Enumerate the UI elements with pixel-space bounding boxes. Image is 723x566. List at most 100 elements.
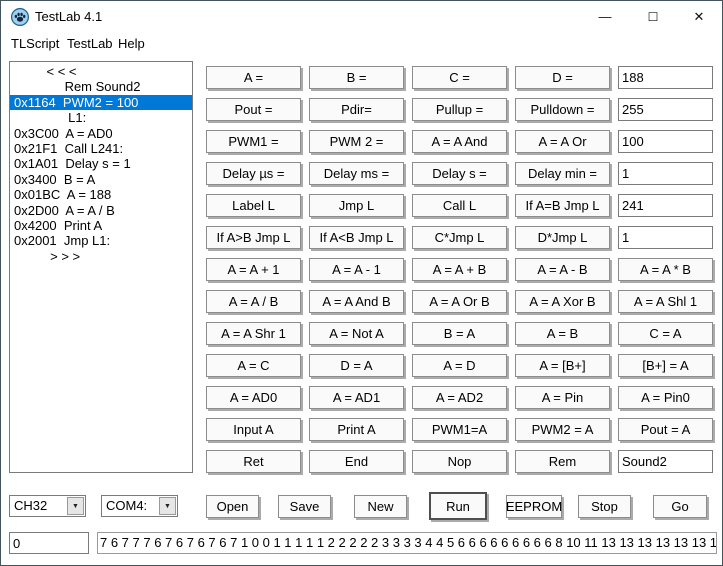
op-button[interactable]: A = A / B xyxy=(206,290,301,313)
op-button[interactable]: Delay µs = xyxy=(206,162,301,185)
script-line[interactable]: > > > xyxy=(10,249,192,264)
op-button[interactable]: Delay min = xyxy=(515,162,610,185)
end-button[interactable]: End xyxy=(309,450,404,473)
op-button[interactable]: A = A Xor B xyxy=(515,290,610,313)
value-input-row1[interactable] xyxy=(618,66,713,89)
rem-text-input[interactable] xyxy=(618,450,713,473)
script-line[interactable]: Rem Sound2 xyxy=(10,79,192,94)
op-button[interactable]: If A>B Jmp L xyxy=(206,226,301,249)
op-button[interactable]: A = A Or xyxy=(515,130,610,153)
op-button[interactable]: A = A Shr 1 xyxy=(206,322,301,345)
op-button[interactable]: Pulldown = xyxy=(515,98,610,121)
new-button[interactable]: New xyxy=(354,495,407,518)
stop-button[interactable]: Stop xyxy=(578,495,631,518)
close-button[interactable]: ✕ xyxy=(677,1,721,33)
op-button[interactable]: A = A And xyxy=(412,130,507,153)
script-line[interactable]: 0x2D00 A = A / B xyxy=(10,203,192,218)
op-button[interactable]: PWM1=A xyxy=(412,418,507,441)
op-button[interactable]: Delay ms = xyxy=(309,162,404,185)
op-button[interactable]: A = Pin0 xyxy=(618,386,713,409)
ret-button[interactable]: Ret xyxy=(206,450,301,473)
script-line[interactable]: 0x01BC A = 188 xyxy=(10,187,192,202)
op-button[interactable]: A = AD0 xyxy=(206,386,301,409)
eeprom-button[interactable]: EEPROM xyxy=(506,495,562,518)
script-line[interactable]: 0x3400 B = A xyxy=(10,172,192,187)
op-button[interactable]: B = xyxy=(309,66,404,89)
script-line[interactable]: 0x4200 Print A xyxy=(10,218,192,233)
counter-input[interactable] xyxy=(9,532,89,554)
op-button[interactable]: PWM 2 = xyxy=(309,130,404,153)
op-button[interactable]: Pout = A xyxy=(618,418,713,441)
open-button[interactable]: Open xyxy=(206,495,259,518)
op-button[interactable]: Jmp L xyxy=(309,194,404,217)
port-select[interactable]: COM4: ▼ xyxy=(101,495,178,517)
op-button[interactable]: If A=B Jmp L xyxy=(515,194,610,217)
op-button[interactable]: PWM2 = A xyxy=(515,418,610,441)
op-button[interactable]: C*Jmp L xyxy=(412,226,507,249)
script-line[interactable]: 0x1A01 Delay s = 1 xyxy=(10,156,192,171)
value-input-row6[interactable] xyxy=(618,226,713,249)
op-button[interactable]: Pullup = xyxy=(412,98,507,121)
value-input-row3[interactable] xyxy=(618,130,713,153)
op-button[interactable]: A = AD2 xyxy=(412,386,507,409)
op-button[interactable]: Pdir= xyxy=(309,98,404,121)
op-button[interactable]: B = A xyxy=(412,322,507,345)
op-button[interactable]: Call L xyxy=(412,194,507,217)
output-strip: 7 6 7 7 7 6 7 6 7 6 7 6 7 1 0 0 1 1 1 1 … xyxy=(97,532,717,554)
script-line[interactable]: L1: xyxy=(10,110,192,125)
device-select[interactable]: CH32 ▼ xyxy=(9,495,86,517)
op-button[interactable]: If A<B Jmp L xyxy=(309,226,404,249)
chevron-down-icon[interactable]: ▼ xyxy=(67,497,84,515)
op-button[interactable]: Print A xyxy=(309,418,404,441)
value-input-row5[interactable] xyxy=(618,194,713,217)
go-button[interactable]: Go xyxy=(653,495,707,518)
menu-item-help[interactable]: Help xyxy=(116,33,147,55)
save-button[interactable]: Save xyxy=(278,495,331,518)
op-button[interactable]: Label L xyxy=(206,194,301,217)
script-listbox[interactable]: < < < Rem Sound2 0x1164 PWM2 = 100 L1: 0… xyxy=(9,61,193,473)
op-button[interactable]: C = A xyxy=(618,322,713,345)
op-button[interactable]: A = Pin xyxy=(515,386,610,409)
op-button[interactable]: A = Not A xyxy=(309,322,404,345)
maximize-button[interactable]: ☐ xyxy=(631,1,675,33)
script-line[interactable]: 0x3C00 A = AD0 xyxy=(10,126,192,141)
op-button[interactable]: A = A - 1 xyxy=(309,258,404,281)
op-button[interactable]: A = xyxy=(206,66,301,89)
op-button[interactable]: A = [B+] xyxy=(515,354,610,377)
script-line[interactable]: 0x21F1 Call L241: xyxy=(10,141,192,156)
chevron-down-icon[interactable]: ▼ xyxy=(159,497,176,515)
menu-item-testlab[interactable]: TestLab xyxy=(65,33,115,55)
op-button[interactable]: A = A + B xyxy=(412,258,507,281)
op-button[interactable]: Input A xyxy=(206,418,301,441)
value-input-row4[interactable] xyxy=(618,162,713,185)
minimize-button[interactable]: — xyxy=(583,1,627,33)
op-button[interactable]: C = xyxy=(412,66,507,89)
menu-bar: TLScript TestLab Help xyxy=(1,33,722,55)
op-button[interactable]: A = A + 1 xyxy=(206,258,301,281)
op-button[interactable]: Delay s = xyxy=(412,162,507,185)
script-line-selected[interactable]: 0x1164 PWM2 = 100 xyxy=(10,95,192,110)
op-button[interactable]: A = A Shl 1 xyxy=(618,290,713,313)
op-button[interactable]: A = A And B xyxy=(309,290,404,313)
op-button[interactable]: A = B xyxy=(515,322,610,345)
op-button[interactable]: PWM1 = xyxy=(206,130,301,153)
op-button[interactable]: A = A * B xyxy=(618,258,713,281)
op-button[interactable]: D = xyxy=(515,66,610,89)
op-button[interactable]: A = A Or B xyxy=(412,290,507,313)
op-grid: A = B = C = D = Pout = Pdir= Pullup = Pu… xyxy=(206,66,718,482)
script-line[interactable]: < < < xyxy=(10,64,192,79)
op-button[interactable]: D = A xyxy=(309,354,404,377)
op-button[interactable]: D*Jmp L xyxy=(515,226,610,249)
value-input-row2[interactable] xyxy=(618,98,713,121)
op-button[interactable]: [B+] = A xyxy=(618,354,713,377)
op-button[interactable]: Pout = xyxy=(206,98,301,121)
op-button[interactable]: A = AD1 xyxy=(309,386,404,409)
op-button[interactable]: A = C xyxy=(206,354,301,377)
op-button[interactable]: A = D xyxy=(412,354,507,377)
op-button[interactable]: A = A - B xyxy=(515,258,610,281)
rem-button[interactable]: Rem xyxy=(515,450,610,473)
script-line[interactable]: 0x2001 Jmp L1: xyxy=(10,233,192,248)
nop-button[interactable]: Nop xyxy=(412,450,507,473)
run-button[interactable]: Run xyxy=(429,492,487,520)
menu-item-tlscript[interactable]: TLScript xyxy=(9,33,61,55)
